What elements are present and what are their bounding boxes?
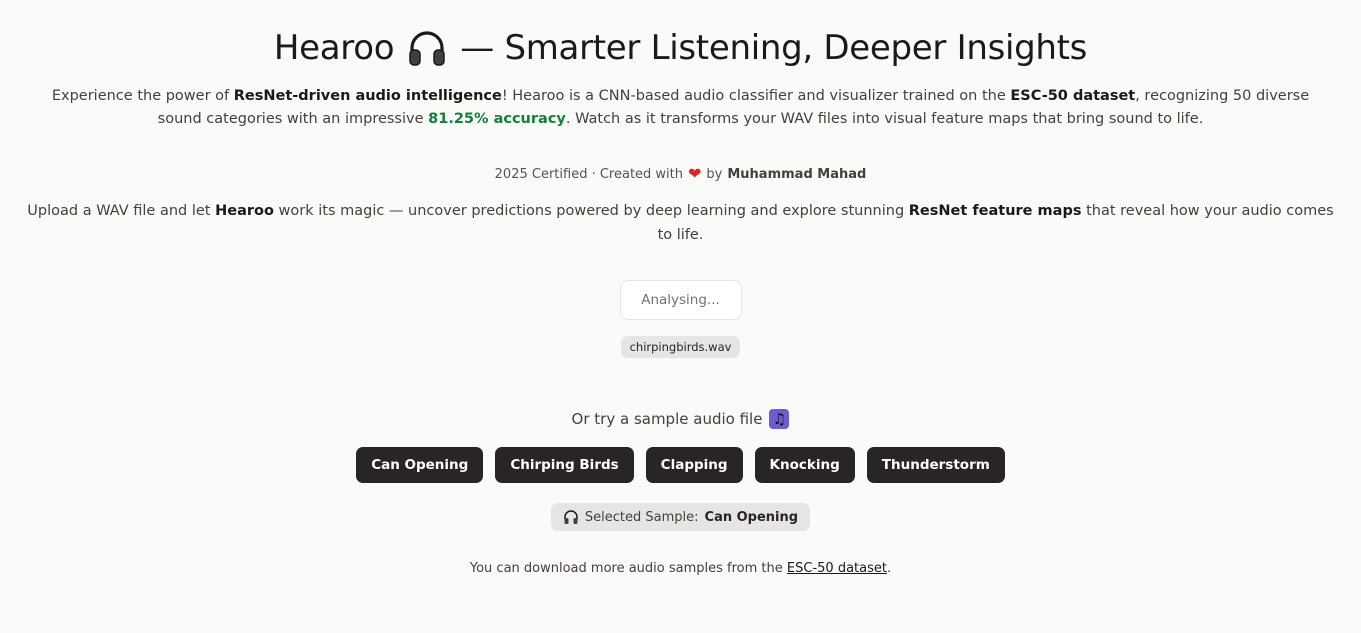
intro-highlight-resnet: ResNet-driven audio intelligence xyxy=(233,88,502,104)
sample-heading-text: Or try a sample audio file xyxy=(571,410,763,428)
selected-sample-value: Can Opening xyxy=(704,509,799,525)
sample-button-chirping-birds[interactable]: Chirping Birds xyxy=(495,447,634,483)
intro-paragraph: Experience the power of ResNet-driven au… xyxy=(31,85,1331,131)
sample-button-thunderstorm[interactable]: Thunderstorm xyxy=(866,447,1005,483)
music-note-icon: ♫ xyxy=(769,409,790,429)
intro-text-2: ! Hearoo is a CNN-based audio classifier… xyxy=(501,88,1011,104)
sample-button-can-opening[interactable]: Can Opening xyxy=(356,447,484,483)
credit-prefix: 2025 Certified · Created with xyxy=(494,166,683,182)
download-text-end: . xyxy=(886,561,892,576)
upload-highlight-brand: Hearoo xyxy=(215,203,274,219)
selected-sample-badge: Selected Sample: Can Opening xyxy=(550,503,811,531)
download-text: You can download more audio samples from… xyxy=(469,561,787,576)
headphones-icon xyxy=(564,510,578,524)
credit-by: by xyxy=(706,166,723,182)
title-prefix: Hearoo xyxy=(273,28,395,68)
accuracy-highlight: 81.25% accuracy xyxy=(428,111,566,127)
sample-button-clapping[interactable]: Clapping xyxy=(645,447,743,483)
download-note: You can download more audio samples from… xyxy=(470,561,891,576)
analysing-button[interactable]: Analysing... xyxy=(619,280,742,320)
intro-text-1: Experience the power of xyxy=(51,88,234,104)
title-suffix: — Smarter Listening, Deeper Insights xyxy=(460,28,1088,68)
sample-heading: Or try a sample audio file ♫ xyxy=(572,408,790,430)
selected-sample-label: Selected Sample: xyxy=(584,509,699,525)
headphones-icon xyxy=(409,31,445,66)
page-title: Hearoo — Smarter Listening, Deeper Insig… xyxy=(273,28,1088,68)
intro-text-4: . Watch as it transforms your WAV files … xyxy=(565,111,1204,127)
page: Hearoo — Smarter Listening, Deeper Insig… xyxy=(0,0,1361,633)
sample-button-knocking[interactable]: Knocking xyxy=(754,447,855,483)
intro-highlight-dataset: ESC-50 dataset xyxy=(1010,88,1136,104)
upload-description: Upload a WAV file and let Hearoo work it… xyxy=(21,199,1341,247)
file-name-chip: chirpingbirds.wav xyxy=(620,336,741,358)
upload-text-2: work its magic — uncover predictions pow… xyxy=(273,203,909,219)
upload-highlight-feature-maps: ResNet feature maps xyxy=(908,203,1082,219)
esc50-dataset-link[interactable]: ESC-50 dataset xyxy=(787,561,887,576)
credit-author: Muhammad Mahad xyxy=(727,166,867,182)
upload-text-1: Upload a WAV file and let xyxy=(27,203,216,219)
heart-icon: ❤ xyxy=(688,164,702,183)
credit-line: 2025 Certified · Created with ❤ by Muham… xyxy=(495,164,867,184)
sample-buttons: Can Opening Chirping Birds Clapping Knoc… xyxy=(356,447,1005,483)
